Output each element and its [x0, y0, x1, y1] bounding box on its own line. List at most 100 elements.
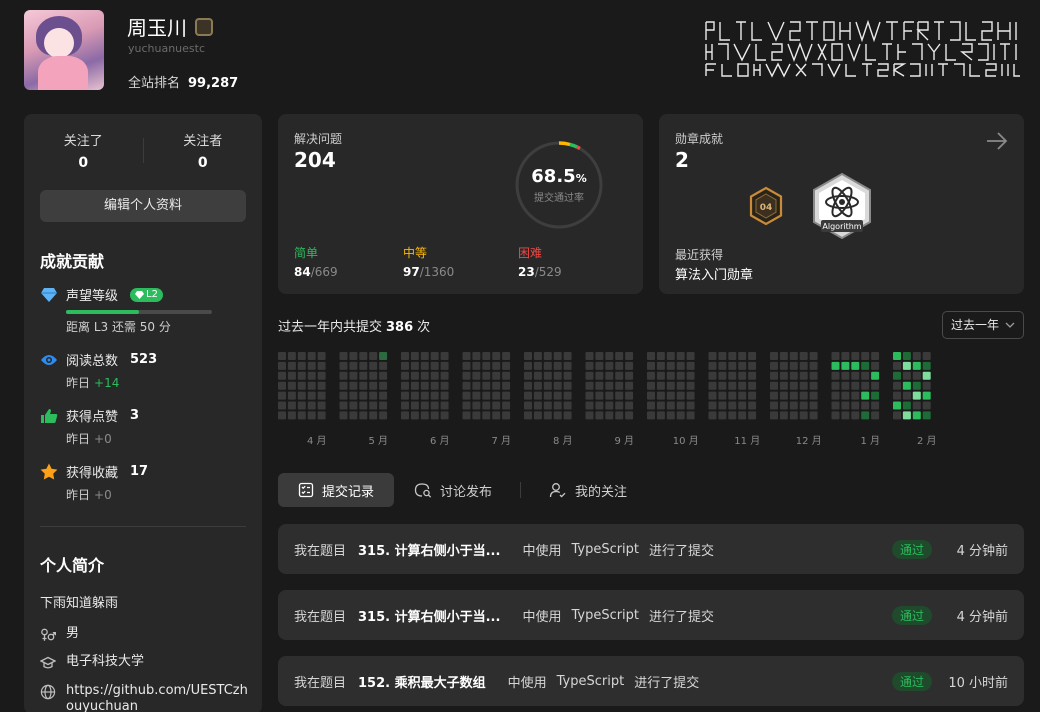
heatmap-cell[interactable]: [625, 391, 634, 400]
heatmap-cell[interactable]: [831, 391, 840, 400]
heatmap-cell[interactable]: [831, 371, 840, 380]
range-select[interactable]: 过去一年: [942, 311, 1024, 339]
heatmap-cell[interactable]: [861, 352, 870, 360]
heatmap-cell[interactable]: [462, 371, 471, 380]
heatmap-cell[interactable]: [401, 361, 409, 370]
heatmap-cell[interactable]: [359, 371, 368, 380]
heatmap-cell[interactable]: [893, 352, 901, 360]
heatmap-cell[interactable]: [349, 352, 358, 360]
heatmap-cell[interactable]: [831, 352, 840, 360]
heatmap-cell[interactable]: [297, 352, 306, 360]
heatmap-cell[interactable]: [779, 371, 788, 380]
heatmap-cell[interactable]: [779, 391, 788, 400]
heatmap-cell[interactable]: [317, 361, 326, 370]
heatmap-cell[interactable]: [287, 401, 296, 410]
heatmap-cell[interactable]: [625, 361, 634, 370]
heatmap-cell[interactable]: [524, 391, 532, 400]
heatmap-cell[interactable]: [492, 361, 501, 370]
heatmap-cell[interactable]: [770, 361, 778, 370]
heatmap-cell[interactable]: [851, 352, 860, 360]
heatmap-cell[interactable]: [708, 352, 717, 360]
heatmap-cell[interactable]: [748, 391, 757, 400]
heatmap-cell[interactable]: [440, 361, 449, 370]
followers[interactable]: 关注者 0: [144, 130, 263, 171]
heatmap-cell[interactable]: [462, 352, 471, 360]
heatmap-cell[interactable]: [430, 361, 439, 370]
heatmap-cell[interactable]: [482, 381, 491, 390]
heatmap-cell[interactable]: [524, 361, 532, 370]
heatmap-cell[interactable]: [718, 352, 727, 360]
heatmap-cell[interactable]: [728, 361, 737, 370]
heatmap-cell[interactable]: [861, 361, 870, 370]
heatmap-cell[interactable]: [472, 391, 481, 400]
github-row[interactable]: https://github.com/UESTCzh ouyuchuan: [40, 683, 248, 712]
heatmap-cell[interactable]: [708, 381, 717, 390]
heatmap-cell[interactable]: [686, 352, 695, 360]
heatmap-cell[interactable]: [349, 361, 358, 370]
heatmap-cell[interactable]: [676, 352, 685, 360]
heatmap-cell[interactable]: [297, 381, 306, 390]
heatmap-cell[interactable]: [420, 381, 429, 390]
heatmap-cell[interactable]: [647, 352, 655, 360]
heatmap-cell[interactable]: [676, 411, 685, 420]
heatmap-cell[interactable]: [708, 391, 717, 400]
heatmap-cell[interactable]: [666, 381, 675, 390]
level-badge-icon[interactable]: [195, 17, 213, 36]
heatmap-cell[interactable]: [278, 401, 286, 410]
heatmap-cell[interactable]: [893, 411, 901, 420]
heatmap-cell[interactable]: [502, 411, 511, 420]
heatmap-cell[interactable]: [912, 391, 921, 400]
heatmap-cell[interactable]: [440, 381, 449, 390]
edit-profile-button[interactable]: 编辑个人资料: [40, 190, 246, 222]
heatmap-cell[interactable]: [799, 411, 808, 420]
heatmap-cell[interactable]: [851, 411, 860, 420]
heatmap-cell[interactable]: [440, 391, 449, 400]
heatmap-cell[interactable]: [440, 352, 449, 360]
heatmap-cell[interactable]: [708, 401, 717, 410]
heatmap-cell[interactable]: [297, 411, 306, 420]
heatmap-cell[interactable]: [770, 401, 778, 410]
problem-link[interactable]: 315. 计算右侧小于当...: [358, 540, 500, 559]
heatmap-cell[interactable]: [647, 401, 655, 410]
heatmap-cell[interactable]: [543, 381, 552, 390]
heatmap-cell[interactable]: [278, 381, 286, 390]
heatmap-cell[interactable]: [553, 401, 562, 410]
heatmap-cell[interactable]: [369, 361, 378, 370]
heatmap-cell[interactable]: [401, 352, 409, 360]
heatmap-cell[interactable]: [912, 361, 921, 370]
heatmap-cell[interactable]: [595, 391, 604, 400]
heatmap-cell[interactable]: [686, 391, 695, 400]
heatmap-cell[interactable]: [686, 401, 695, 410]
heatmap-cell[interactable]: [339, 401, 348, 410]
heatmap-cell[interactable]: [656, 381, 665, 390]
heatmap-cell[interactable]: [605, 361, 614, 370]
badges-card[interactable]: 勋章成就 2 04 Algorithm 最近获得 算法入门勋章: [659, 114, 1024, 294]
heatmap-cell[interactable]: [789, 352, 798, 360]
heatmap-cell[interactable]: [369, 411, 378, 420]
heatmap-cell[interactable]: [287, 361, 296, 370]
heatmap-cell[interactable]: [297, 401, 306, 410]
tab-submissions[interactable]: 提交记录: [278, 473, 395, 507]
heatmap-cell[interactable]: [379, 371, 388, 380]
heatmap-cell[interactable]: [563, 391, 572, 400]
heatmap-cell[interactable]: [401, 391, 409, 400]
heatmap-cell[interactable]: [287, 381, 296, 390]
heatmap-cell[interactable]: [922, 391, 931, 400]
heatmap-cell[interactable]: [359, 352, 368, 360]
heatmap-cell[interactable]: [472, 361, 481, 370]
heatmap-cell[interactable]: [748, 371, 757, 380]
heatmap-cell[interactable]: [379, 381, 388, 390]
heatmap-cell[interactable]: [718, 411, 727, 420]
heatmap-cell[interactable]: [430, 371, 439, 380]
submission-row[interactable]: 我在题目 315. 计算右侧小于当... 中使用 TypeScript 进行了提…: [278, 524, 1024, 574]
heatmap-cell[interactable]: [871, 371, 880, 380]
heatmap-cell[interactable]: [809, 401, 818, 410]
heatmap-cell[interactable]: [799, 381, 808, 390]
heatmap-cell[interactable]: [553, 391, 562, 400]
heatmap-cell[interactable]: [831, 401, 840, 410]
following[interactable]: 关注了 0: [24, 130, 143, 171]
heatmap-cell[interactable]: [615, 371, 624, 380]
heatmap-cell[interactable]: [656, 361, 665, 370]
heatmap-cell[interactable]: [676, 361, 685, 370]
heatmap-cell[interactable]: [728, 401, 737, 410]
